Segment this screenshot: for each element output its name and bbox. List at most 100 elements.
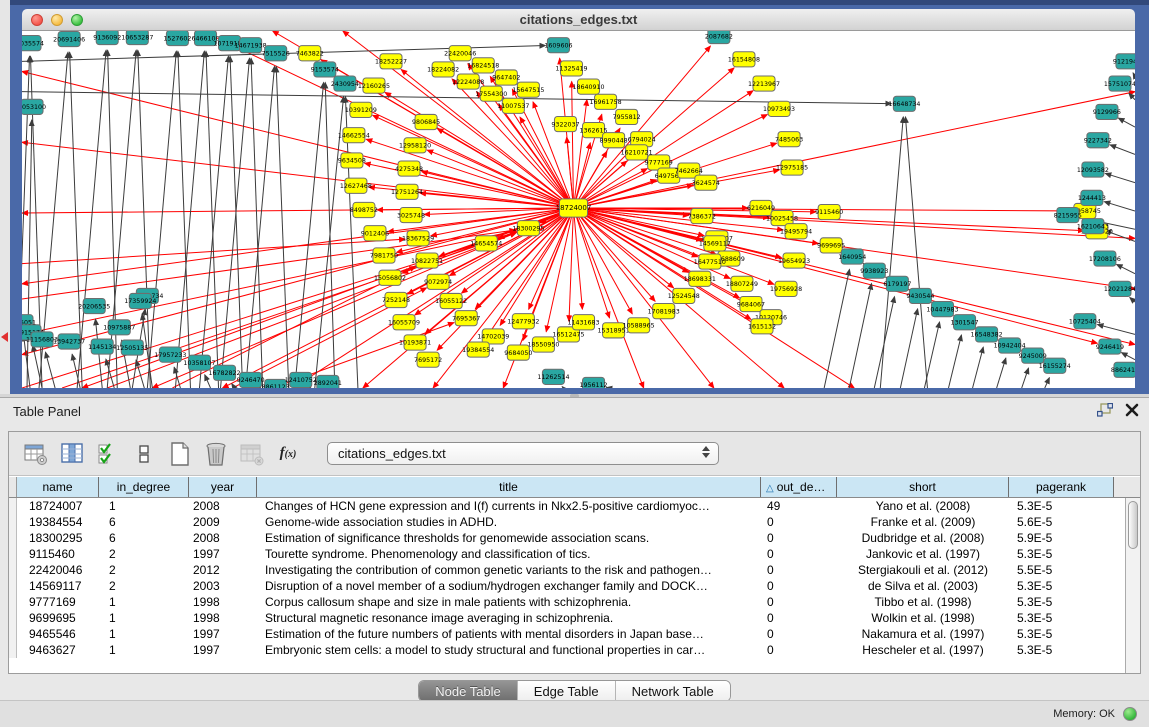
- graph-node[interactable]: 10973493: [763, 101, 795, 116]
- graph-node[interactable]: 11007537: [497, 98, 529, 113]
- graph-node[interactable]: 1640954: [838, 249, 866, 264]
- graph-node[interactable]: 20206535: [78, 298, 110, 313]
- graph-node[interactable]: 9115460: [815, 204, 843, 219]
- graph-edge[interactable]: [315, 97, 344, 388]
- graph-node[interactable]: 7386372: [688, 208, 716, 223]
- graph-node[interactable]: 12627468: [340, 178, 372, 193]
- graph-node[interactable]: 7515526: [262, 46, 290, 61]
- graph-node[interactable]: 16055709: [388, 315, 420, 330]
- graph-node[interactable]: 9806845: [412, 114, 440, 129]
- graph-edge[interactable]: [1022, 368, 1029, 388]
- column-header-in_degree[interactable]: in_degree: [99, 477, 189, 497]
- graph-node[interactable]: 11325419: [555, 61, 587, 76]
- graph-edge[interactable]: [77, 50, 106, 388]
- graph-node[interactable]: 9647402: [492, 70, 520, 85]
- graph-node[interactable]: 16961758: [590, 94, 622, 109]
- graph-edge[interactable]: [573, 208, 582, 309]
- graph-node[interactable]: 15647515: [512, 82, 544, 97]
- graph-edge[interactable]: [22, 92, 891, 104]
- graph-node[interactable]: 7463822: [296, 46, 324, 61]
- graph-node[interactable]: 18724007: [556, 199, 592, 217]
- graph-node[interactable]: 17359924: [124, 293, 156, 308]
- graph-edge[interactable]: [62, 232, 516, 388]
- graph-node[interactable]: 16477510: [694, 254, 726, 269]
- graph-node[interactable]: 12410752: [285, 372, 317, 387]
- graph-node[interactable]: 10942404: [994, 338, 1026, 353]
- graph-edge[interactable]: [573, 208, 1135, 238]
- graph-edge[interactable]: [1117, 264, 1135, 273]
- graph-node[interactable]: 16155274: [1039, 358, 1071, 373]
- graph-node[interactable]: 2087682: [705, 31, 733, 44]
- graph-edge[interactable]: [138, 50, 151, 388]
- close-window-button[interactable]: [31, 14, 43, 26]
- column-header-year[interactable]: year: [189, 477, 257, 497]
- graph-edge[interactable]: [1105, 173, 1135, 182]
- graph-node[interactable]: 2892041: [314, 375, 342, 388]
- graph-edge[interactable]: [948, 335, 961, 388]
- graph-edge[interactable]: [206, 51, 219, 388]
- graph-node[interactable]: 16648734: [888, 96, 920, 111]
- graph-node[interactable]: 9227342: [1084, 133, 1112, 148]
- graph-node[interactable]: 9153574: [311, 62, 339, 77]
- graph-node[interactable]: 12524548: [668, 288, 700, 303]
- column-header-short[interactable]: short: [837, 477, 1009, 497]
- graph-edge[interactable]: [246, 66, 275, 388]
- graph-node[interactable]: 14654574: [470, 236, 502, 251]
- graph-node[interactable]: 12975185: [776, 160, 808, 175]
- graph-node[interactable]: 9634508: [338, 153, 366, 168]
- column-edit-button[interactable]: [57, 439, 87, 469]
- graph-node[interactable]: 10975887: [103, 320, 135, 335]
- graph-node[interactable]: 7252148: [382, 292, 410, 307]
- graph-edge[interactable]: [1110, 145, 1135, 155]
- graph-edge[interactable]: [573, 208, 655, 301]
- graph-node[interactable]: 17208106: [1089, 251, 1121, 266]
- graph-node[interactable]: 11262514: [537, 369, 569, 384]
- graph-node[interactable]: 10588965: [623, 318, 655, 333]
- graph-node[interactable]: 12751264: [391, 184, 423, 199]
- graph-node[interactable]: 9012406: [361, 226, 389, 241]
- graph-edge[interactable]: [221, 58, 250, 388]
- minimize-window-button[interactable]: [51, 14, 63, 26]
- graph-node[interactable]: 10193871: [399, 335, 431, 350]
- graph-node[interactable]: 9684050: [504, 345, 532, 360]
- table-row[interactable]: 1938455462009Genome-wide association stu…: [9, 514, 1125, 530]
- graph-node[interactable]: 18252227: [375, 54, 407, 69]
- window-titlebar[interactable]: citations_edges.txt: [22, 9, 1135, 31]
- graph-node[interactable]: 3025748: [397, 207, 425, 222]
- graph-node[interactable]: 17957233: [154, 347, 186, 362]
- table-row[interactable]: 1830029562008Estimation of significance …: [9, 530, 1125, 546]
- close-panel-icon[interactable]: [1125, 403, 1139, 417]
- graph-node[interactable]: 2053100: [22, 99, 46, 114]
- graph-node[interactable]: 7955812: [613, 109, 641, 124]
- graph-edge[interactable]: [1130, 298, 1135, 303]
- table-row[interactable]: 1456911722003Disruption of a novel membe…: [9, 578, 1125, 594]
- citation-graph[interactable]: 1872400718300295146545741825222712160265…: [22, 31, 1135, 388]
- graph-edge[interactable]: [107, 50, 136, 388]
- graph-node[interactable]: 4275348: [395, 161, 423, 176]
- float-window-icon[interactable]: [1097, 403, 1113, 417]
- graph-node[interactable]: 3624574: [692, 175, 720, 190]
- new-file-button[interactable]: [165, 439, 195, 469]
- graph-node[interactable]: 6179197: [883, 276, 911, 291]
- column-header-pagerank[interactable]: pagerank: [1009, 477, 1114, 497]
- graph-node[interactable]: 12160265: [358, 78, 390, 93]
- graph-edge[interactable]: [824, 269, 849, 388]
- graph-node[interactable]: 12021284: [1104, 281, 1135, 296]
- graph-node[interactable]: 20691406: [53, 32, 85, 47]
- graph-edge[interactable]: [997, 358, 1006, 388]
- graph-node[interactable]: 19756928: [770, 281, 802, 296]
- graph-node[interactable]: 11431683: [567, 315, 599, 330]
- graph-node[interactable]: 16154808: [728, 52, 760, 67]
- function-builder-button[interactable]: f(x): [273, 439, 303, 469]
- graph-node[interactable]: 9684067: [737, 296, 765, 311]
- graph-node[interactable]: 9245009: [1019, 348, 1047, 363]
- graph-node[interactable]: 10358107: [183, 355, 215, 370]
- graph-node[interactable]: 9121942: [1113, 54, 1135, 69]
- graph-node[interactable]: 9938923: [860, 263, 888, 278]
- graph-node[interactable]: 1609606: [544, 38, 572, 53]
- graph-node[interactable]: 18640910: [572, 79, 604, 94]
- graph-node[interactable]: 10447983: [926, 302, 958, 317]
- graph-node[interactable]: 9136092: [93, 31, 121, 45]
- graph-node[interactable]: 17081983: [648, 304, 680, 319]
- graph-edge[interactable]: [1097, 325, 1135, 335]
